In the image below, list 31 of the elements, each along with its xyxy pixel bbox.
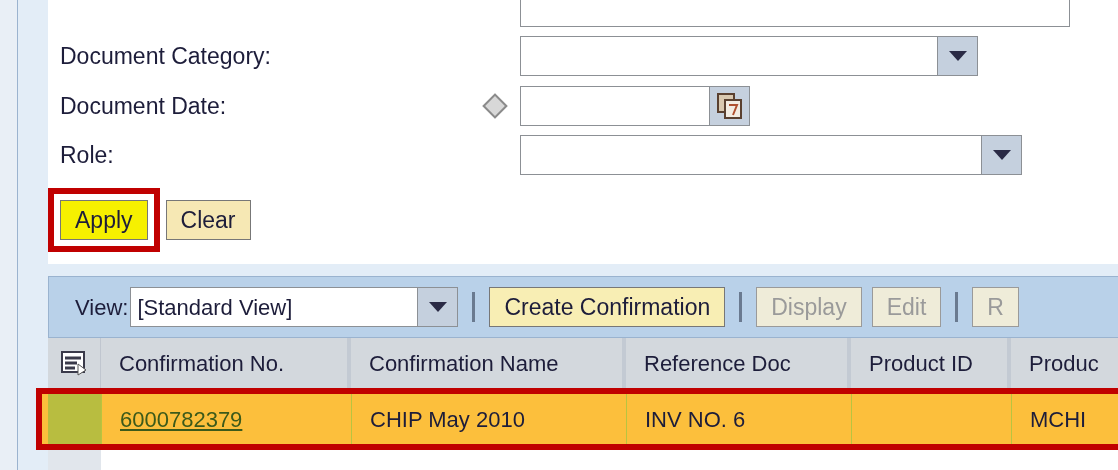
dropdown-field[interactable] (520, 36, 978, 77)
view-dropdown[interactable]: [Standard View] (130, 287, 459, 327)
dropdown-button[interactable] (417, 288, 458, 326)
table-row[interactable]: 6000782379 CHIP May 2010 INV NO. 6 MCHI (42, 394, 1118, 444)
dropdown-button[interactable] (937, 37, 977, 76)
toolbar-button[interactable]: Create Confirmation (489, 287, 726, 327)
apply-button[interactable]: Apply (60, 200, 148, 240)
confirmation-link[interactable]: 6000782379 (120, 402, 243, 436)
date-field[interactable] (520, 85, 750, 126)
field-label: Role: (60, 142, 114, 168)
table-cell-text: MCHI (1030, 405, 1087, 434)
clear-button[interactable]: Clear (165, 200, 251, 240)
field-label: Document Category: (60, 43, 271, 69)
caret-icon (992, 150, 1011, 161)
field-label: Document Date: (60, 92, 227, 119)
column-header[interactable]: Produc (1011, 338, 1118, 388)
table-cell-text: CHIP May 2010 (370, 405, 525, 434)
calendar-icon (716, 92, 743, 119)
column-header[interactable]: Product ID (851, 338, 1011, 388)
column-header[interactable]: Confirmation No. (101, 338, 351, 388)
column-header[interactable]: Reference Doc (626, 338, 851, 388)
view-value: [Standard View] (136, 293, 294, 322)
table-cell-text: INV NO. 6 (645, 405, 746, 434)
column-header[interactable]: Confirmation Name (351, 338, 626, 388)
caret-icon (428, 302, 447, 312)
caret-icon (948, 51, 967, 62)
column-settings-icon[interactable] (60, 350, 88, 376)
calendar-button[interactable] (709, 86, 749, 125)
view-label: View: (75, 293, 129, 322)
dropdown-button[interactable] (981, 136, 1021, 175)
dropdown-field[interactable] (520, 135, 1022, 176)
